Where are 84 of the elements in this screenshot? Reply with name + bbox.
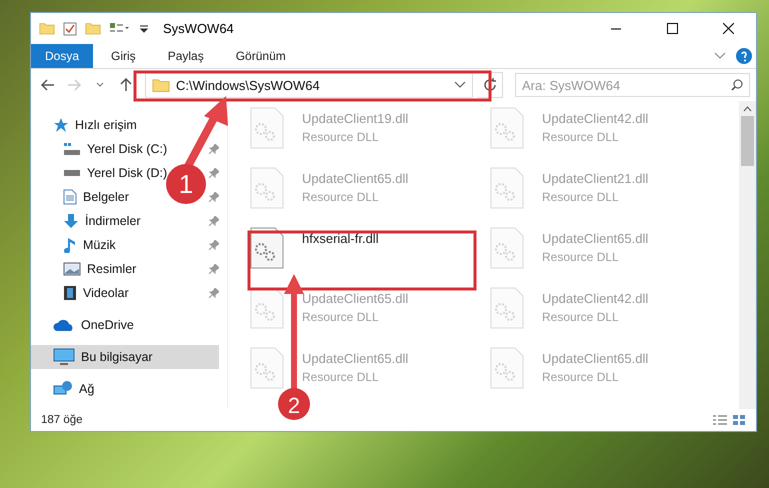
sidebar-item[interactable]: Ağ — [31, 377, 98, 401]
sidebar-item[interactable]: Bu bilgisayar — [31, 345, 219, 369]
gear-file-icon — [250, 107, 284, 149]
scroll-thumb[interactable] — [741, 116, 754, 166]
ribbon-tab[interactable]: Paylaş — [154, 44, 218, 68]
pin-icon[interactable] — [209, 264, 219, 274]
checklist-icon[interactable] — [63, 22, 77, 36]
picture-icon — [63, 262, 81, 276]
ribbon-tab[interactable]: Görünüm — [222, 44, 300, 68]
help-icon[interactable] — [736, 48, 752, 64]
pin-icon[interactable] — [209, 216, 219, 226]
monitor-icon — [53, 348, 75, 366]
sidebar-item[interactable]: Resimler — [31, 257, 140, 281]
file-type: Resource DLL — [302, 190, 380, 204]
address-field[interactable]: C:\Windows\SysWOW64 — [145, 72, 473, 98]
sidebar-item[interactable]: Belgeler — [31, 185, 133, 209]
refresh-icon[interactable] — [482, 78, 496, 92]
gear-file-icon — [490, 107, 524, 149]
down-arrow-icon — [63, 213, 79, 229]
film-icon — [63, 285, 77, 301]
file-name: hfxserial-fr.dll — [302, 231, 379, 246]
drive-icon — [63, 169, 81, 177]
file-type: Resource DLL — [302, 370, 380, 384]
back-arrow-icon[interactable] — [41, 79, 55, 91]
folder-icon — [39, 22, 55, 35]
chevron-down-icon[interactable] — [454, 81, 466, 89]
details-view-icon[interactable] — [712, 414, 728, 426]
scroll-up-icon[interactable] — [743, 106, 752, 112]
folder-icon — [85, 22, 101, 35]
file-name: UpdateClient65.dll — [542, 231, 648, 246]
gear-file-icon — [490, 227, 524, 269]
file-type: Resource DLL — [542, 250, 620, 264]
file-name: UpdateClient65.dll — [542, 351, 648, 366]
file-name: UpdateClient65.dll — [302, 291, 408, 306]
gear-file-icon — [490, 347, 524, 389]
pin-icon[interactable] — [209, 144, 219, 154]
gear-file-icon — [490, 167, 524, 209]
chevron-down-icon[interactable] — [714, 52, 726, 60]
item-count: 187 öğe — [41, 414, 83, 426]
file-name: UpdateClient19.dll — [302, 111, 408, 126]
gear-file-icon — [250, 227, 284, 269]
file-name: UpdateClient21.dll — [542, 171, 648, 186]
file-name: UpdateClient65.dll — [302, 351, 408, 366]
gear-file-icon — [490, 287, 524, 329]
file-type: Resource DLL — [302, 130, 380, 144]
maximize-icon[interactable] — [666, 23, 678, 34]
sidebar-item[interactable]: Hızlı erişim — [31, 113, 141, 137]
star-icon — [53, 117, 69, 133]
ribbon-tab[interactable]: Giriş — [97, 44, 150, 68]
up-arrow-icon[interactable] — [120, 78, 132, 92]
pin-icon[interactable] — [209, 288, 219, 298]
sidebar-item[interactable]: Yerel Disk (C:) — [31, 137, 172, 161]
file-name: UpdateClient42.dll — [542, 111, 648, 126]
file-name: UpdateClient42.dll — [542, 291, 648, 306]
file-type: Resource DLL — [542, 130, 620, 144]
pin-icon[interactable] — [209, 240, 219, 250]
step-badge: 1 — [166, 164, 206, 204]
file-type: Resource DLL — [542, 190, 620, 204]
sidebar-item[interactable]: Videolar — [31, 281, 133, 305]
step-badge: 2 — [278, 388, 310, 420]
pin-icon[interactable] — [209, 168, 219, 178]
search-icon[interactable] — [731, 79, 743, 91]
file-type: Resource DLL — [542, 370, 620, 384]
sidebar-item[interactable]: İndirmeler — [31, 209, 145, 233]
scrollbar[interactable] — [739, 101, 756, 409]
gear-file-icon — [250, 167, 284, 209]
chevron-down-icon[interactable] — [96, 82, 104, 88]
window-title: SysWOW64 — [163, 21, 234, 36]
file-name: UpdateClient65.dll — [302, 171, 408, 186]
dropdown-icon[interactable] — [139, 24, 149, 34]
pin-icon[interactable] — [209, 192, 219, 202]
close-icon[interactable] — [722, 23, 734, 34]
file-type: Resource DLL — [302, 310, 380, 324]
gear-file-icon — [250, 347, 284, 389]
file-type: Resource DLL — [542, 310, 620, 324]
sidebar-item[interactable]: Müzik — [31, 233, 120, 257]
tiles-view-icon[interactable] — [732, 414, 746, 426]
folder-icon — [152, 78, 170, 92]
ribbon-tab[interactable]: Dosya — [31, 44, 94, 68]
drive-icon — [63, 142, 81, 156]
document-icon — [63, 189, 77, 205]
sidebar-item[interactable]: OneDrive — [31, 313, 138, 337]
cloud-icon — [53, 318, 75, 332]
music-note-icon — [63, 237, 77, 253]
